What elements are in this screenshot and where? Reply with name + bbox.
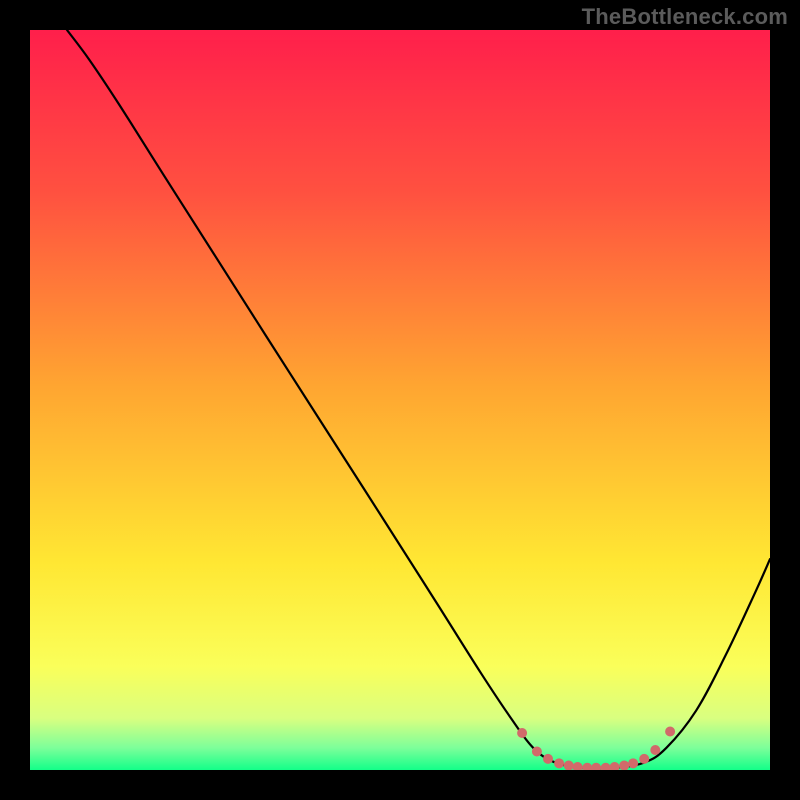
- optimum-dot: [543, 754, 553, 764]
- optimum-dot: [517, 728, 527, 738]
- chart-svg: [30, 30, 770, 770]
- optimum-dot: [665, 727, 675, 737]
- optimum-dot: [650, 745, 660, 755]
- optimum-dot: [532, 747, 542, 757]
- optimum-dot: [628, 758, 638, 768]
- optimum-dot: [554, 758, 564, 768]
- chart-frame: [30, 30, 770, 770]
- optimum-dot: [639, 754, 649, 764]
- watermark-text: TheBottleneck.com: [582, 4, 788, 30]
